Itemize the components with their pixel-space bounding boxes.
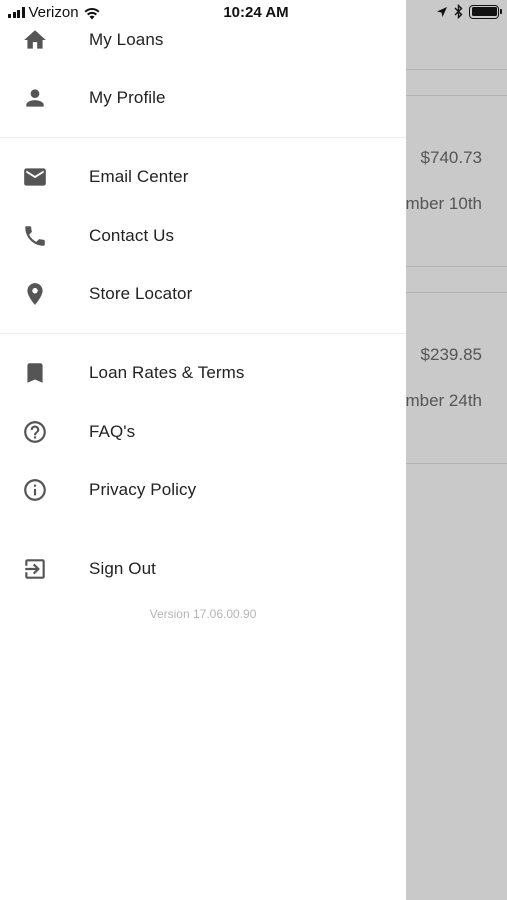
menu-item-label: Loan Rates & Terms [89,363,245,382]
menu-item-email-center[interactable]: Email Center [0,153,406,201]
status-indicators [436,4,502,19]
loan-amount: $740.73 [420,148,482,167]
home-icon [22,27,48,53]
menu-item-label: My Loans [89,30,164,49]
menu-item-sign-out[interactable]: Sign Out [0,545,406,593]
menu-item-faqs[interactable]: FAQ's [0,408,406,456]
menu-item-label: Contact Us [89,226,175,245]
menu-item-loan-rates-terms[interactable]: Loan Rates & Terms [0,349,406,397]
battery-icon [469,4,502,19]
menu-item-label: FAQ's [89,422,136,441]
location-pin-icon [22,281,48,307]
menu-item-store-locator[interactable]: Store Locator [0,270,406,318]
info-circle-icon [22,477,48,503]
menu-item-privacy-policy[interactable]: Privacy Policy [0,466,406,514]
loan-due-date: mber 24th [405,391,482,410]
clock: 10:24 AM [223,4,289,21]
menu-item-label: Privacy Policy [89,480,197,499]
menu-item-label: Store Locator [89,284,193,303]
navigation-drawer: My Loans My Profile Email Center Contact… [0,0,406,900]
app-version: Version 17.06.00.90 [149,607,257,621]
envelope-icon [22,164,48,190]
loan-amount: $239.85 [420,345,482,364]
menu-item-label: Email Center [89,167,189,186]
question-circle-icon [22,419,48,445]
menu-divider [0,333,406,334]
menu-item-label: Sign Out [89,559,156,578]
menu-item-contact-us[interactable]: Contact Us [0,212,406,260]
bluetooth-icon [454,4,463,19]
menu-item-label: My Profile [89,88,166,107]
person-icon [22,85,48,111]
bookmark-icon [22,360,48,386]
phone-icon [22,223,48,249]
menu-item-my-profile[interactable]: My Profile [0,74,406,122]
menu-divider [0,137,406,138]
location-arrow-icon [437,6,447,17]
loan-due-date: mber 10th [405,194,482,213]
status-bar: Verizon 10:24 AM [0,0,507,28]
sign-out-icon [22,556,48,582]
